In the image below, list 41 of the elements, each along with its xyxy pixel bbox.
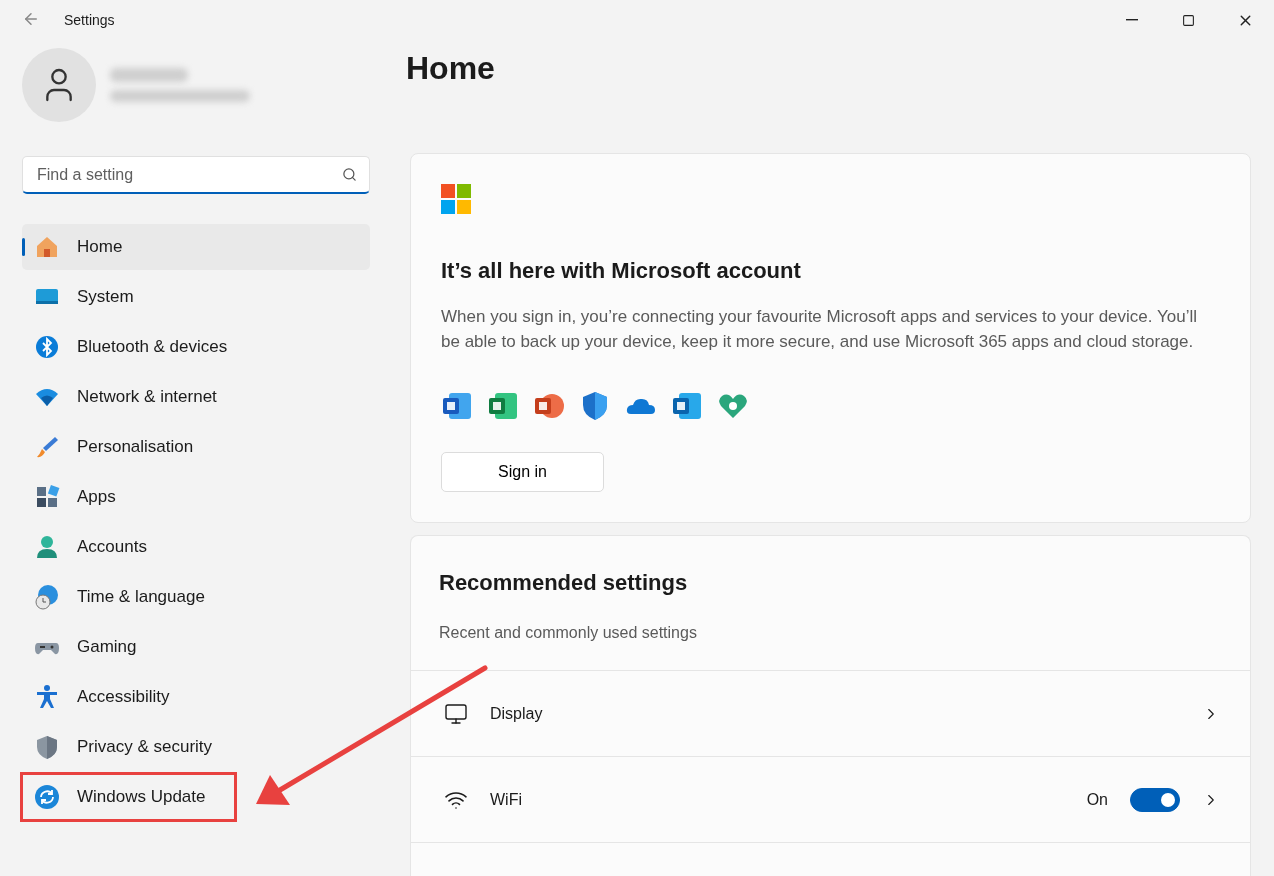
nav-item[interactable]: Gaming — [22, 624, 370, 670]
time-icon — [34, 584, 60, 610]
nav-item[interactable]: Accessibility — [22, 674, 370, 720]
nav-item[interactable]: System — [22, 274, 370, 320]
nav-item[interactable]: Home — [22, 224, 370, 270]
nav-item[interactable]: Network & internet — [22, 374, 370, 420]
home-icon — [34, 234, 60, 260]
nav-item[interactable]: Bluetooth & devices — [22, 324, 370, 370]
nav-item[interactable]: Personalisation — [22, 424, 370, 470]
bluetooth-icon — [34, 334, 60, 360]
windows-logo-icon — [441, 184, 471, 214]
nav-item[interactable]: Privacy & security — [22, 724, 370, 770]
nav-item[interactable]: Windows Update — [22, 774, 235, 820]
accounts-icon — [34, 534, 60, 560]
page-title: Home — [406, 50, 496, 88]
sign-in-button[interactable]: Sign in — [441, 452, 604, 492]
nav-item[interactable]: Time & language — [22, 574, 370, 620]
section-heading: Recommended settings — [439, 570, 689, 596]
apps-icon — [34, 484, 60, 510]
monitor-icon — [444, 701, 468, 726]
toggle-switch[interactable] — [1130, 787, 1180, 812]
word-icon — [441, 390, 473, 422]
settings-row[interactable]: Display — [411, 670, 1250, 756]
card-heading: It’s all here with Microsoft account — [441, 258, 802, 284]
accessibility-icon — [34, 684, 60, 710]
outlook-icon — [671, 390, 703, 422]
search-icon — [342, 167, 357, 182]
search-field[interactable]: Find a setting — [22, 156, 370, 194]
settings-row[interactable]: WiFi On — [411, 756, 1250, 842]
excel-icon — [487, 390, 519, 422]
nav-item[interactable]: Apps — [22, 474, 370, 520]
nav-item[interactable]: Accounts — [22, 524, 370, 570]
search-input[interactable]: Find a setting — [35, 164, 342, 185]
update-icon — [34, 784, 60, 810]
section-subheading: Recent and commonly used settings — [439, 624, 698, 642]
shield-icon — [34, 734, 60, 760]
minimize-icon — [1125, 19, 1138, 21]
maximize-icon — [1182, 13, 1195, 27]
card-description: When you sign in, you’re connecting your favourite Microsoft apps and services to your device. You’ll be able to back up your device, keep it more secure, and use Microsoft 365 apps and cloud storage. — [441, 306, 1198, 353]
window-title: Settings — [64, 12, 115, 28]
brush-icon — [34, 434, 60, 460]
